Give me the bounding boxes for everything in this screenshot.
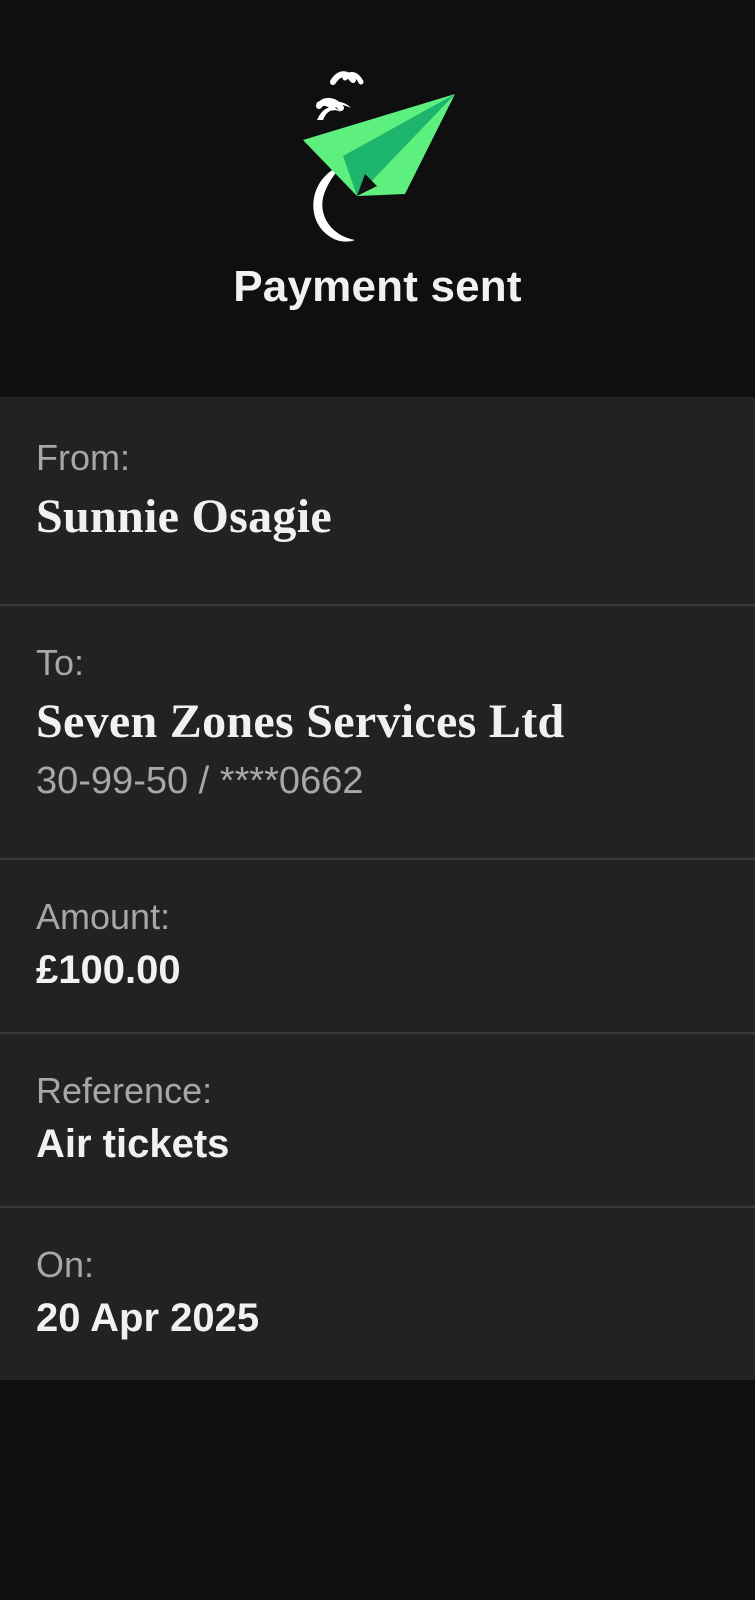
detail-row-to: To: Seven Zones Services Ltd 30-99-50 / …	[0, 606, 755, 860]
reference-label: Reference:	[36, 1070, 213, 1111]
detail-row-date: On: 20 Apr 2025	[0, 1208, 755, 1380]
from-value: Sunnie Osagie	[36, 490, 332, 543]
amount-label: Amount:	[36, 896, 171, 937]
to-account-number: 30-99-50 / ****0662	[36, 760, 364, 802]
amount-value: £100.00	[36, 948, 181, 992]
to-label: To:	[36, 642, 85, 683]
date-value: 20 Apr 2025	[36, 1296, 260, 1340]
detail-row-amount: Amount: £100.00	[0, 860, 755, 1034]
detail-row-from: From: Sunnie Osagie	[0, 397, 755, 606]
payment-sent-header: Payment sent	[0, 0, 755, 397]
to-value: Seven Zones Services Ltd	[36, 695, 565, 748]
page-title: Payment sent	[233, 262, 522, 311]
detail-row-reference: Reference: Air tickets	[0, 1034, 755, 1208]
reference-value: Air tickets	[36, 1122, 230, 1166]
from-label: From:	[36, 437, 130, 478]
paper-plane-icon	[303, 71, 455, 242]
payment-details: From: Sunnie Osagie To: Seven Zones Serv…	[0, 397, 755, 1380]
date-label: On:	[36, 1244, 95, 1285]
